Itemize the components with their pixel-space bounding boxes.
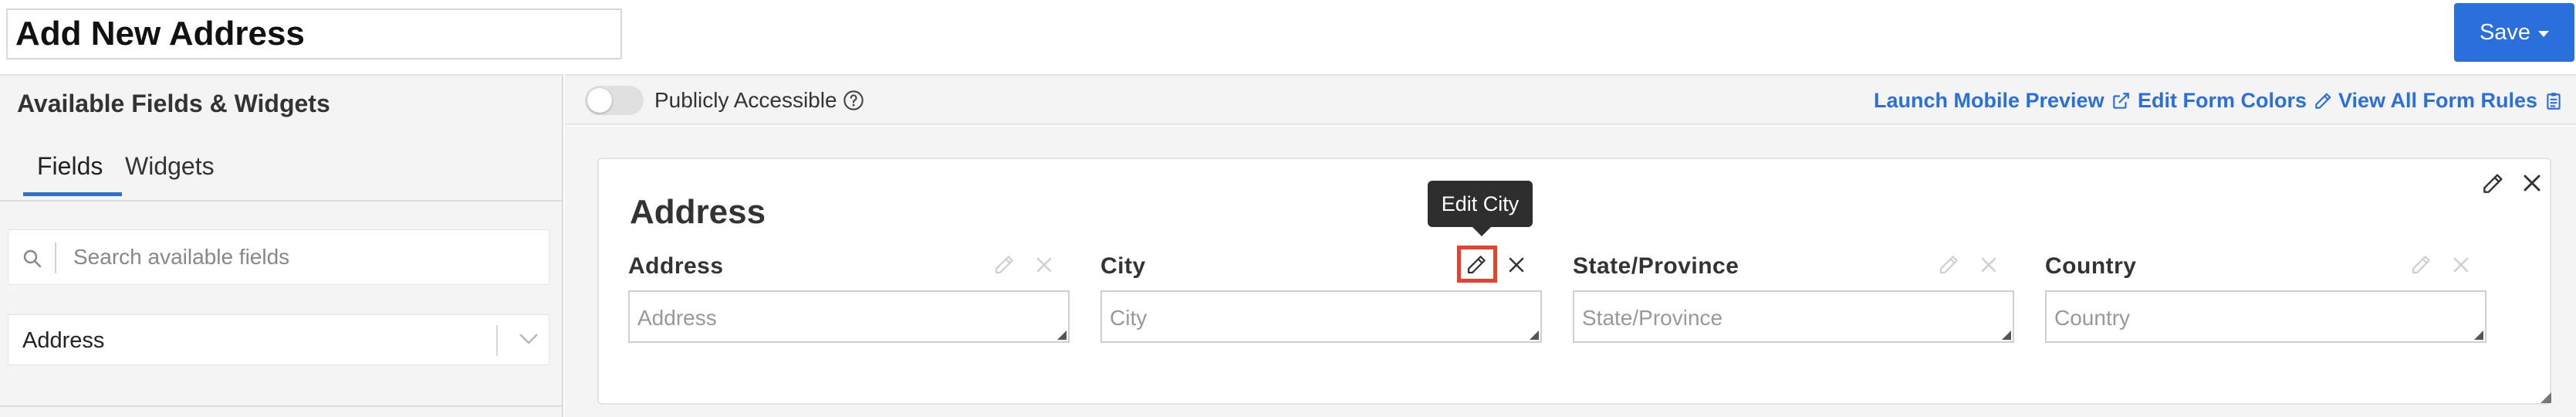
tab-fields[interactable]: Fields bbox=[23, 147, 122, 196]
pencil-icon bbox=[2315, 93, 2331, 109]
form-rules-label: View All Form Rules bbox=[2338, 89, 2538, 112]
resize-grip-icon[interactable] bbox=[2473, 329, 2483, 340]
section-resize-grip-icon[interactable] bbox=[2539, 391, 2551, 403]
edit-city-tooltip: Edit City bbox=[1428, 181, 1533, 236]
remove-section-close-icon[interactable] bbox=[2519, 170, 2545, 196]
clipboard-list-icon bbox=[2547, 92, 2561, 110]
save-button-label: Save bbox=[2479, 19, 2531, 45]
edit-form-colors-link[interactable]: Edit Form Colors bbox=[2138, 89, 2333, 113]
external-link-icon bbox=[2112, 92, 2129, 109]
publicly-accessible-toggle[interactable] bbox=[585, 86, 644, 115]
input-placeholder: Address bbox=[637, 306, 717, 330]
field-search-input[interactable]: Search available fields bbox=[8, 229, 549, 285]
available-fields-panel: Available Fields & Widgets Fields Widget… bbox=[0, 74, 563, 417]
panel-title: Available Fields & Widgets bbox=[17, 90, 330, 117]
page-header: Add New Address Save bbox=[0, 0, 2576, 74]
resize-grip-icon[interactable] bbox=[2000, 329, 2011, 340]
input-placeholder: State/Province bbox=[1582, 306, 1723, 330]
tab-widgets[interactable]: Widgets bbox=[125, 147, 215, 196]
field-label: City bbox=[1100, 253, 1146, 279]
city-input[interactable]: City bbox=[1100, 290, 1542, 343]
edit-field-pencil-icon[interactable] bbox=[2409, 253, 2432, 276]
field-label: State/Province bbox=[1573, 253, 1739, 279]
country-input[interactable]: Country bbox=[2045, 290, 2486, 343]
caret-down-icon bbox=[2538, 30, 2550, 37]
field-state-province: State/Province State/Province bbox=[1573, 250, 2014, 343]
remove-field-close-icon[interactable] bbox=[1977, 253, 2000, 276]
remove-field-close-icon[interactable] bbox=[2449, 253, 2473, 276]
edit-section-pencil-icon[interactable] bbox=[2480, 171, 2505, 196]
select-separator bbox=[496, 325, 498, 356]
form-colors-label: Edit Form Colors bbox=[2138, 89, 2307, 112]
launch-mobile-preview-link[interactable]: Launch Mobile Preview bbox=[1874, 89, 2131, 113]
edit-field-pencil-icon[interactable] bbox=[1937, 253, 1960, 276]
field-label: Country bbox=[2045, 253, 2137, 279]
chevron-down-icon bbox=[519, 334, 538, 344]
resize-grip-icon[interactable] bbox=[1528, 329, 1539, 340]
remove-field-close-icon[interactable] bbox=[1033, 253, 1056, 276]
section-title: Address bbox=[630, 193, 766, 231]
edit-field-pencil-icon[interactable] bbox=[1465, 253, 1488, 276]
field-group-select[interactable]: Address bbox=[8, 314, 549, 365]
address-input[interactable]: Address bbox=[628, 290, 1070, 343]
view-all-form-rules-link[interactable]: View All Form Rules bbox=[2338, 89, 2564, 113]
save-button[interactable]: Save bbox=[2454, 3, 2574, 62]
resize-grip-icon[interactable] bbox=[1056, 329, 1067, 340]
state-province-input[interactable]: State/Province bbox=[1573, 290, 2014, 343]
field-label: Address bbox=[628, 253, 724, 279]
mobile-preview-label: Launch Mobile Preview bbox=[1874, 89, 2104, 112]
field-address: Address Address bbox=[628, 250, 1070, 343]
help-icon[interactable] bbox=[843, 90, 864, 111]
field-country: Country Country bbox=[2045, 250, 2486, 343]
search-separator bbox=[55, 242, 56, 273]
select-value: Address bbox=[22, 328, 105, 353]
search-icon bbox=[23, 249, 42, 268]
tab-divider bbox=[0, 200, 562, 202]
edit-field-pencil-icon[interactable] bbox=[992, 253, 1016, 276]
field-city: City City bbox=[1100, 246, 1542, 343]
form-toolbar: Publicly Accessible Launch Mobile Previe… bbox=[565, 74, 2576, 125]
search-placeholder: Search available fields bbox=[73, 245, 290, 269]
form-title-input[interactable]: Add New Address bbox=[6, 8, 622, 59]
input-placeholder: City bbox=[1110, 306, 1148, 330]
panel-divider bbox=[0, 405, 562, 407]
toggle-knob bbox=[587, 88, 612, 113]
address-section-card[interactable]: Address Address Address City City State/… bbox=[597, 158, 2551, 405]
remove-field-close-icon[interactable] bbox=[1505, 253, 1528, 276]
form-canvas: Address Address Address City City State/… bbox=[565, 127, 2576, 417]
publicly-accessible-label: Publicly Accessible bbox=[654, 88, 837, 112]
input-placeholder: Country bbox=[2054, 306, 2131, 330]
